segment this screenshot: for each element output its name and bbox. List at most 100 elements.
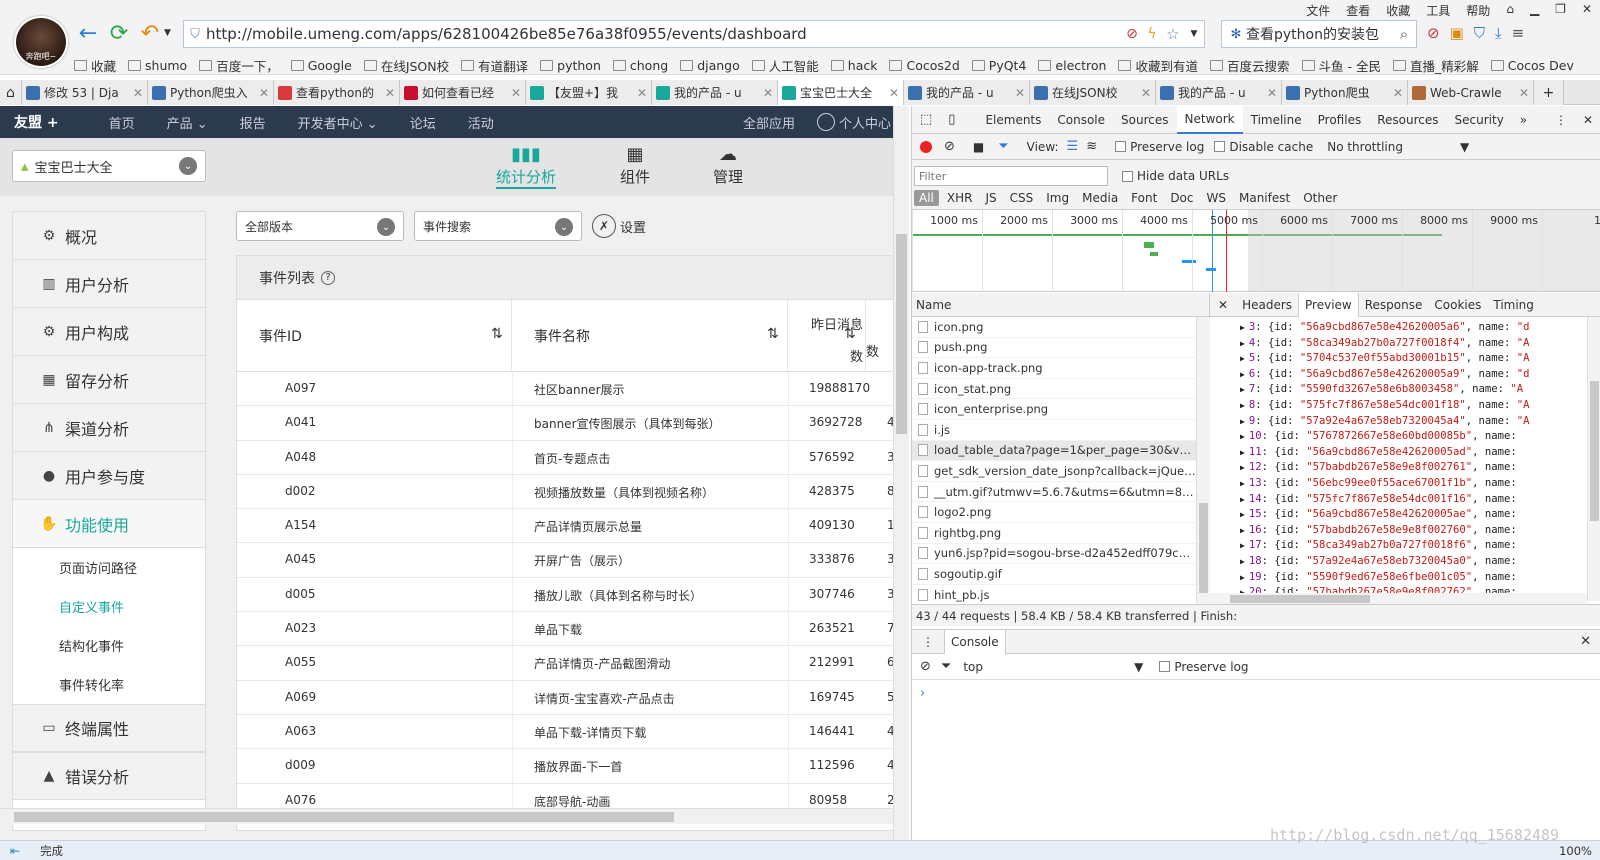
nav-home[interactable]: 首页 — [109, 113, 135, 132]
type-filter[interactable]: Doc — [1165, 190, 1198, 206]
preserve-log-checkbox[interactable]: Preserve log — [1115, 140, 1204, 154]
close-icon[interactable]: ✕ — [1570, 634, 1600, 649]
lightning-icon[interactable]: ϟ — [1142, 26, 1162, 42]
sidebar-toggle-icon[interactable]: ⇤ — [10, 844, 20, 858]
name-header[interactable]: Name — [912, 293, 1209, 317]
umeng-logo[interactable]: 友盟 + — [14, 112, 59, 132]
devtools-tab[interactable]: Sources — [1113, 106, 1176, 134]
browser-tab[interactable]: 在线JSON校 ✕ — [1030, 80, 1156, 105]
bookmark-item[interactable]: chong — [612, 58, 668, 73]
menu-file[interactable]: 文件 — [1298, 0, 1338, 18]
type-filter[interactable]: Font — [1126, 190, 1162, 206]
event-name-cell[interactable]: 详情页-宝宝喜欢-产品点击 — [534, 690, 675, 707]
event-name-cell[interactable]: 播放界面-下一首 — [534, 758, 622, 775]
close-tab-icon[interactable]: ✕ — [1141, 86, 1151, 100]
menu-tools[interactable]: 工具 — [1418, 0, 1458, 18]
close-tab-icon[interactable]: ✕ — [1015, 86, 1025, 100]
sidebar-subitem[interactable]: 页面访问路径 — [13, 548, 205, 587]
sidebar-item[interactable]: ● 用户参与度 — [13, 452, 205, 500]
detail-tab[interactable]: Preview — [1298, 292, 1359, 317]
menu-view[interactable]: 查看 — [1338, 0, 1378, 18]
extension-icon[interactable]: ▣ — [1450, 24, 1464, 42]
browser-tab[interactable]: 我的产品 - u ✕ — [1156, 80, 1282, 105]
scrollbar-thumb[interactable] — [14, 812, 674, 822]
sidebar-item[interactable]: ▥ 用户分析 — [13, 260, 205, 308]
request-row[interactable]: icon_enterprise.png — [912, 399, 1196, 420]
nav-personal-center[interactable]: 个人中心 — [816, 113, 891, 132]
bookmark-item[interactable]: 有道翻译 — [461, 56, 528, 75]
back-icon[interactable]: ← — [76, 22, 100, 46]
bookmark-item[interactable]: 收藏到有道 — [1118, 56, 1198, 75]
bookmark-item[interactable]: 百度云搜索 — [1210, 56, 1290, 75]
request-row[interactable]: sogoutip.gif — [912, 564, 1196, 585]
bookmark-item[interactable]: Cocos2d — [889, 58, 960, 73]
json-row[interactable]: ▶ 14: {id: "575fc7f867e58e54dc001f16", na… — [1210, 493, 1600, 509]
tab-manage[interactable]: ☁ 管理 — [688, 144, 768, 187]
page-horizontal-scrollbar[interactable] — [0, 808, 893, 824]
hide-data-urls-checkbox[interactable]: Hide data URLs — [1122, 169, 1229, 183]
console-tab[interactable]: Console — [944, 629, 1006, 654]
table-row[interactable]: A041 banner宣传图展示（具体到每张） 3692728 4 — [237, 406, 908, 441]
expand-arrow-icon[interactable]: ▶ — [1240, 463, 1245, 472]
table-row[interactable]: d009 播放界面-下一首 112596 4 — [237, 749, 908, 784]
request-row[interactable]: hint_pb.js — [912, 585, 1196, 606]
nav-reports[interactable]: 报告 — [240, 113, 266, 132]
request-list-scrollbar[interactable] — [1196, 317, 1210, 605]
undo-icon[interactable]: ↶ — [138, 22, 162, 46]
scrollbar-thumb[interactable] — [1199, 503, 1208, 593]
new-tab-button[interactable]: + — [1534, 80, 1564, 105]
bookmark-item[interactable]: python — [540, 58, 601, 73]
devtools-tab[interactable]: Resources — [1369, 106, 1446, 134]
address-bar[interactable]: ⛉ http://mobile.umeng.com/apps/628100426… — [183, 20, 1205, 48]
devtools-menu-icon[interactable]: ⋮ — [1547, 106, 1575, 134]
devtools-tab[interactable]: Timeline — [1243, 106, 1310, 134]
scrollbar-thumb[interactable] — [1590, 381, 1599, 521]
event-name-cell[interactable]: 视频播放数量（具体到视频名称） — [534, 484, 714, 501]
sidebar-item[interactable]: ▭ 终端属性 — [13, 704, 205, 752]
json-row[interactable]: ▶ 19: {id: "5590f9ed67e58e6fbe001c05", na… — [1210, 571, 1600, 587]
throttle-select[interactable]: No throttling ▼ — [1327, 140, 1469, 154]
waterfall-view-icon[interactable]: ≋ — [1086, 139, 1097, 154]
nav-products[interactable]: 产品 ⌄ — [167, 113, 208, 132]
download-icon[interactable]: ⤓ — [1495, 24, 1502, 42]
context-select[interactable]: top ▼ — [963, 660, 1143, 674]
detail-tab[interactable]: Headers — [1236, 293, 1298, 317]
sidebar-item[interactable]: ⋔ 渠道分析 — [13, 404, 205, 452]
detail-tab[interactable]: Response — [1359, 293, 1429, 317]
expand-arrow-icon[interactable]: ▶ — [1240, 479, 1245, 488]
nav-events[interactable]: 活动 — [468, 113, 494, 132]
table-row[interactable]: A023 单品下载 263521 7 — [237, 612, 908, 647]
browser-tab[interactable]: Python爬虫 ✕ — [1282, 80, 1408, 105]
sort-icon[interactable]: ⇅ — [491, 326, 503, 342]
close-tab-icon[interactable]: ✕ — [1267, 86, 1277, 100]
close-tab-icon[interactable]: ✕ — [1393, 86, 1403, 100]
sidebar-item[interactable]: ⚙ 概况 — [13, 212, 205, 260]
request-row[interactable]: yun6.jsp?pid=sogou-brse-d2a452edff079ca6… — [912, 544, 1196, 565]
json-row[interactable]: ▶ 6: {id: "56a9cbd867e58e42620005a9", nam… — [1210, 368, 1600, 384]
chevron-down-icon[interactable]: ▼ — [1184, 29, 1204, 39]
clear-console-icon[interactable]: ⊘ — [920, 659, 931, 674]
event-name-cell[interactable]: 产品详情页展示总量 — [534, 518, 642, 535]
shield-extension-icon[interactable]: ⛉ — [1474, 24, 1485, 42]
version-select[interactable]: 全部版本 ⌄ — [236, 211, 404, 241]
close-tab-icon[interactable]: ✕ — [511, 86, 521, 100]
expand-arrow-icon[interactable]: ▶ — [1240, 385, 1245, 394]
tab-components[interactable]: ▦ 组件 — [595, 144, 675, 187]
expand-arrow-icon[interactable]: ▶ — [1240, 495, 1245, 504]
bookmark-item[interactable]: django — [680, 58, 740, 73]
json-row[interactable]: ▶ 13: {id: "56ebc99ee0f55ace67001f1b", na… — [1210, 477, 1600, 493]
browser-tab[interactable]: 如何查看已经 ✕ — [400, 80, 526, 105]
json-row[interactable]: ▶ 5: {id: "5704c537e0f55abd30001b15", nam… — [1210, 352, 1600, 368]
request-row[interactable]: load_table_data?page=1&per_page=30&versi… — [912, 440, 1196, 462]
expand-arrow-icon[interactable]: ▶ — [1240, 526, 1245, 535]
table-row[interactable]: A097 社区banner展示 19888170 — [237, 372, 908, 407]
sidebar-item[interactable]: ✋ 功能使用 — [13, 500, 205, 548]
camera-icon[interactable]: ■ — [973, 140, 984, 154]
disable-cache-checkbox[interactable]: Disable cache — [1214, 140, 1313, 154]
sidebar-subitem[interactable]: 自定义事件 — [13, 587, 205, 626]
detail-tab[interactable]: Cookies — [1428, 293, 1487, 317]
sort-icon[interactable]: ⇅ — [844, 326, 856, 342]
browser-tab[interactable]: 【友盟+】我 ✕ — [526, 80, 652, 105]
browser-tab[interactable]: 修改 53 | Dja ✕ — [22, 80, 148, 105]
minimize-icon[interactable]: ▁ — [1522, 0, 1547, 18]
